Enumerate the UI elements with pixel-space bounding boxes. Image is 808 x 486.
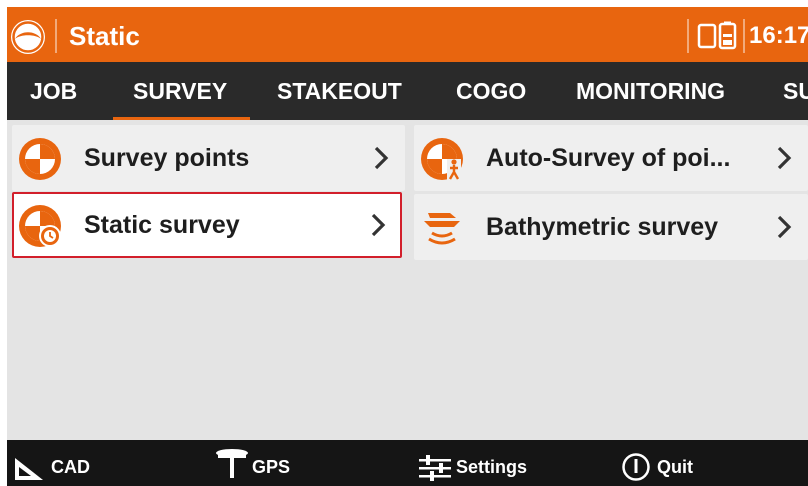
cad-angle-icon — [15, 458, 43, 480]
page-title: Static — [69, 21, 140, 51]
settings-button[interactable]: Settings — [418, 440, 548, 486]
tab-job[interactable]: JOB — [30, 62, 77, 120]
power-icon — [622, 453, 650, 481]
quit-button[interactable]: Quit — [621, 440, 711, 486]
survey-target-icon — [19, 138, 61, 180]
title-bar: Static 16:17 — [7, 7, 808, 62]
menu-item-static-survey[interactable]: Static survey — [12, 192, 402, 258]
bathymetric-boat-icon — [424, 213, 460, 245]
cad-button[interactable]: CAD — [11, 440, 91, 486]
tab-stakeout[interactable]: STAKEOUT — [277, 62, 402, 120]
clock-divider — [743, 19, 745, 53]
bottom-toolbar: CAD GPS Settings Quit — [7, 440, 808, 486]
menu-item-label: Static survey — [84, 211, 240, 239]
clock-time: 16:17 — [749, 22, 808, 49]
app-window: Static 16:17 JOB SURVEY STAKEOUT COGO MO… — [7, 7, 808, 486]
chevron-right-icon — [777, 146, 792, 170]
settings-label: Settings — [456, 457, 528, 477]
auto-survey-icon — [421, 138, 463, 181]
menu-item-survey-points[interactable]: Survey points — [12, 125, 405, 191]
chevron-right-icon — [374, 146, 389, 170]
chevron-right-icon — [371, 213, 386, 237]
device-battery-icon — [697, 21, 737, 50]
menu-item-label: Bathymetric survey — [486, 213, 719, 241]
quit-label: Quit — [657, 457, 693, 477]
cad-label: CAD — [51, 457, 90, 477]
tab-more-partial[interactable]: SU — [783, 62, 808, 120]
title-divider — [55, 19, 57, 53]
app-logo-icon[interactable] — [10, 19, 46, 55]
menu-item-auto-survey[interactable]: Auto-Survey of poi... — [414, 125, 808, 191]
active-tab-indicator — [113, 117, 250, 120]
status-divider — [687, 19, 689, 53]
settings-sliders-icon — [419, 455, 451, 481]
menu-item-label: Survey points — [84, 144, 250, 172]
menu-item-label: Auto-Survey of poi... — [486, 144, 731, 172]
static-survey-icon — [19, 205, 61, 247]
menu-item-bathymetric-survey[interactable]: Bathymetric survey — [414, 194, 808, 260]
tab-bar: JOB SURVEY STAKEOUT COGO MONITORING SU — [7, 62, 808, 120]
tab-monitoring[interactable]: MONITORING — [576, 62, 725, 120]
tab-survey[interactable]: SURVEY — [133, 62, 227, 120]
gps-button[interactable]: GPS — [214, 440, 304, 486]
gps-label: GPS — [252, 457, 291, 477]
gps-antenna-icon — [216, 449, 248, 478]
tab-cogo[interactable]: COGO — [456, 62, 526, 120]
chevron-right-icon — [777, 215, 792, 239]
